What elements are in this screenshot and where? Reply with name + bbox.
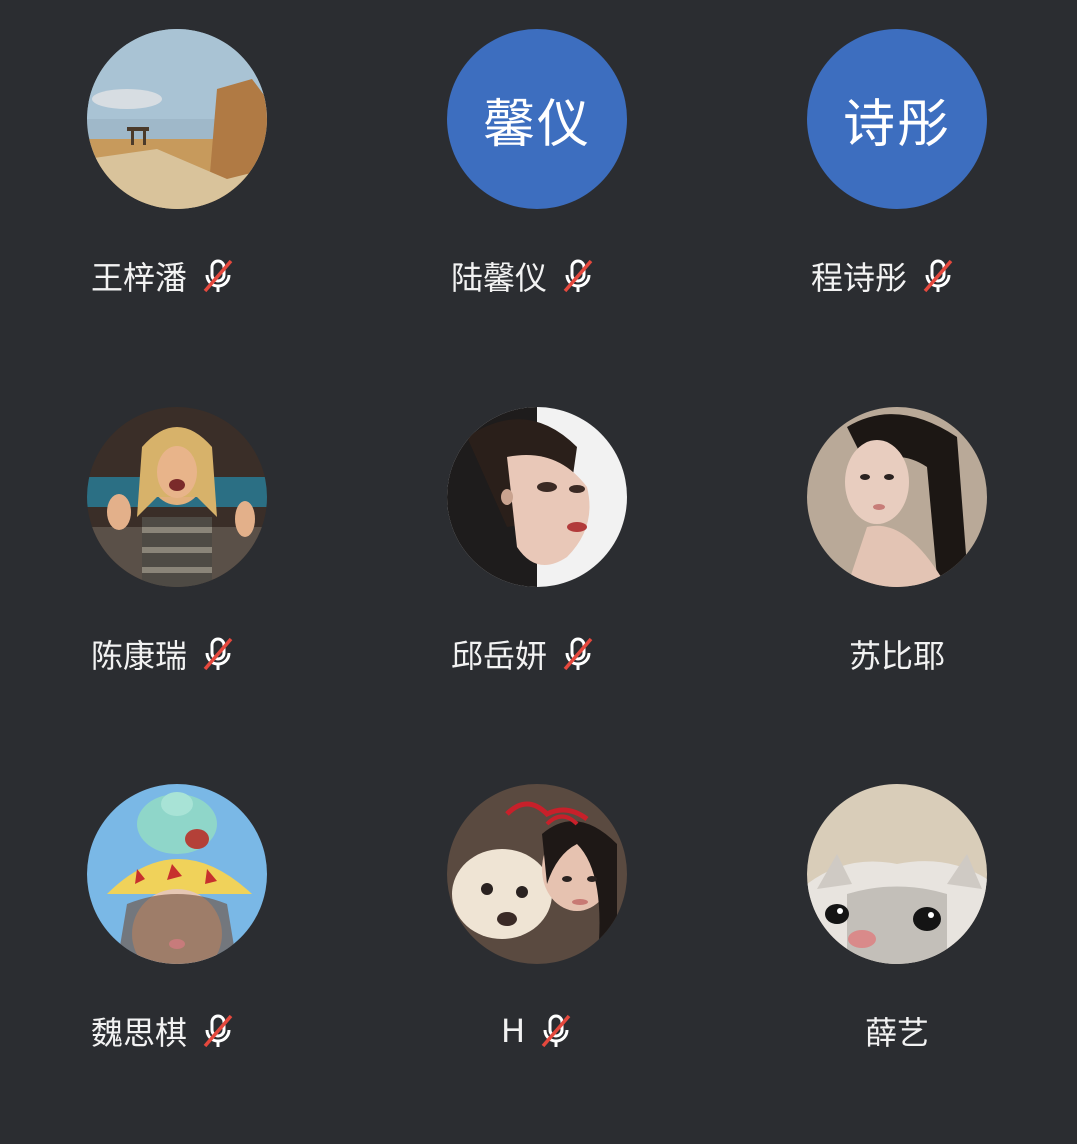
mic-muted-icon <box>561 258 595 294</box>
participant-name: 魏思棋 <box>90 1014 187 1052</box>
participant-tile[interactable]: 苏比耶 <box>807 407 1077 767</box>
participant-label: 王梓潘 <box>0 251 343 301</box>
participant-name: 陆馨仪 <box>450 259 547 297</box>
mic-muted-icon <box>201 1013 235 1049</box>
participant-tile[interactable]: 王梓潘 <box>87 29 447 389</box>
participant-tile[interactable]: 魏思棋 <box>87 784 447 1144</box>
mic-muted-icon <box>201 258 235 294</box>
participant-tile[interactable]: 诗彤 程诗彤 <box>807 29 1077 389</box>
participant-name: 王梓潘 <box>90 259 187 297</box>
mic-muted-icon <box>561 636 595 672</box>
participant-label: H <box>357 1006 717 1056</box>
participant-label: 苏比耶 <box>717 629 1077 679</box>
participant-name: 苏比耶 <box>848 637 945 675</box>
participant-tile[interactable]: 邱岳妍 <box>447 407 807 767</box>
participant-name: 邱岳妍 <box>450 637 547 675</box>
mic-muted-icon <box>539 1013 573 1049</box>
participant-label: 魏思棋 <box>0 1006 343 1056</box>
avatar <box>87 407 267 587</box>
avatar-initials: 馨仪 <box>447 29 627 209</box>
participant-label: 程诗彤 <box>703 251 1063 301</box>
avatar <box>87 29 267 209</box>
participant-tile[interactable]: 陈康瑞 <box>87 407 447 767</box>
avatar <box>447 407 627 587</box>
participant-grid: 王梓潘 馨仪 陆馨仪 诗彤 程诗彤 陈康瑞 邱岳妍 苏比耶 魏思棋 H 薛艺 <box>0 0 1077 1077</box>
participant-tile[interactable]: 馨仪 陆馨仪 <box>447 29 807 389</box>
avatar <box>447 784 627 964</box>
participant-label: 陈康瑞 <box>0 629 343 679</box>
participant-label: 陆馨仪 <box>343 251 703 301</box>
avatar <box>807 784 987 964</box>
participant-label: 薛艺 <box>717 1006 1077 1056</box>
participant-tile[interactable]: H <box>447 784 807 1144</box>
avatar <box>807 407 987 587</box>
mic-muted-icon <box>921 258 955 294</box>
participant-tile[interactable]: 薛艺 <box>807 784 1077 1144</box>
participant-name: 陈康瑞 <box>90 637 187 675</box>
avatar-initials: 诗彤 <box>807 29 987 209</box>
participant-name: 薛艺 <box>864 1014 929 1052</box>
participant-label: 邱岳妍 <box>343 629 703 679</box>
participant-name: 程诗彤 <box>810 259 907 297</box>
mic-muted-icon <box>201 636 235 672</box>
participant-name: H <box>500 1012 526 1050</box>
avatar <box>87 784 267 964</box>
